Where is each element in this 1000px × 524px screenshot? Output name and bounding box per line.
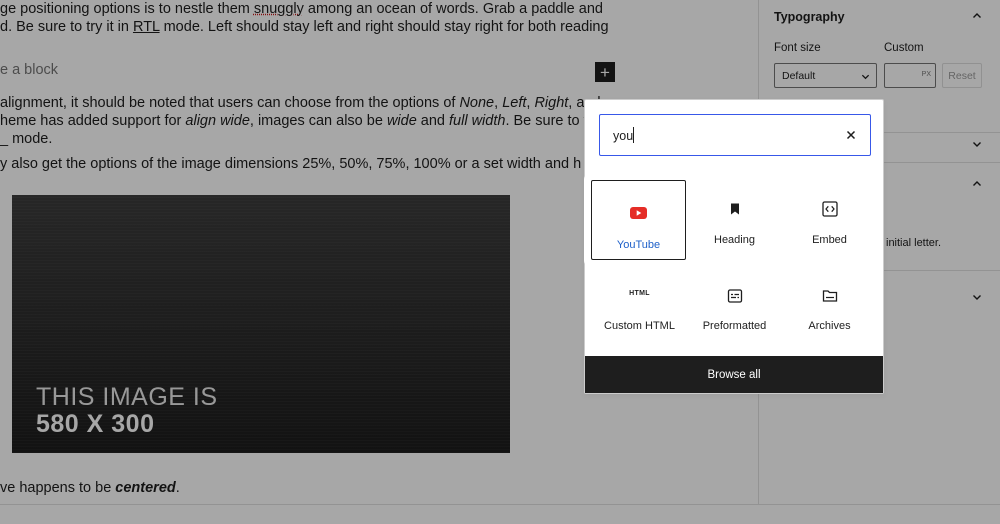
- block-item-preformatted[interactable]: Preformatted: [687, 267, 782, 347]
- block-item-custom-html[interactable]: HTML Custom HTML: [592, 267, 687, 347]
- block-item-label: YouTube: [616, 239, 661, 251]
- youtube-icon: [630, 207, 647, 219]
- html-icon: HTML: [629, 290, 650, 297]
- search-value: you: [613, 129, 634, 143]
- bookmark-icon: [730, 203, 739, 215]
- block-item-embed[interactable]: Embed: [782, 180, 877, 260]
- block-item-label: Heading: [714, 234, 755, 246]
- block-item-label: Archives: [808, 320, 851, 332]
- block-item-youtube[interactable]: YouTube: [591, 180, 686, 260]
- block-item-label: Preformatted: [702, 320, 767, 332]
- block-item-archives[interactable]: Archives: [782, 267, 877, 347]
- clear-search-button[interactable]: [842, 126, 860, 144]
- preformatted-icon: [727, 289, 742, 303]
- block-item-heading[interactable]: Heading: [687, 180, 782, 260]
- folder-icon: [822, 290, 837, 302]
- highlighted-block-spotlight: YouTube: [584, 172, 693, 268]
- close-icon: [846, 130, 856, 140]
- text-caret: [633, 127, 634, 143]
- embed-icon: [821, 201, 838, 217]
- browse-all-button[interactable]: Browse all: [585, 356, 883, 393]
- block-search-input[interactable]: you: [599, 114, 871, 156]
- block-item-label: Custom HTML: [604, 320, 675, 332]
- block-item-label: Embed: [812, 234, 847, 246]
